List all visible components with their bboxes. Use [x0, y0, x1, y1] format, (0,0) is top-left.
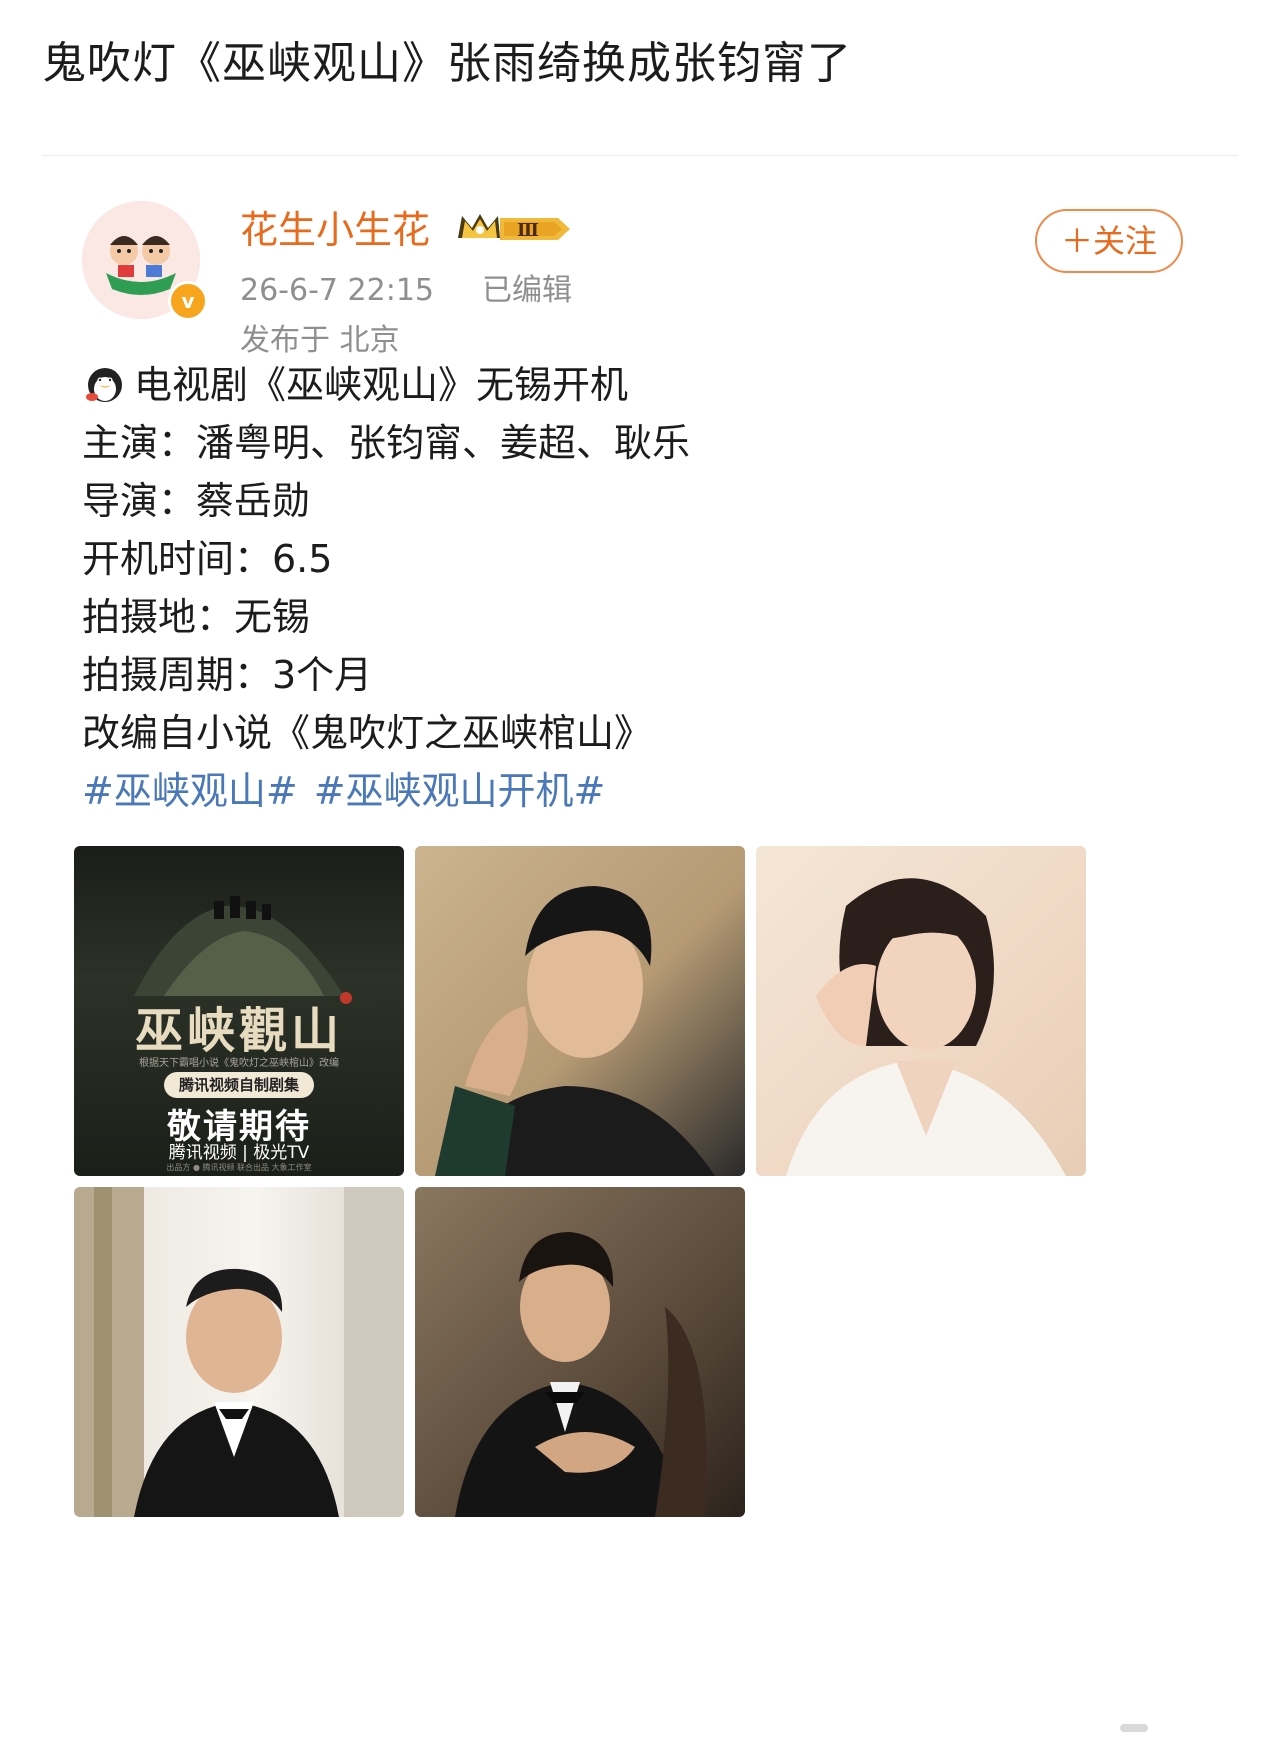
- post-line: 拍摄地：无锡: [82, 595, 311, 639]
- post-line: 改编自小说《鬼吹灯之巫峡棺山》: [82, 711, 653, 755]
- post-line-text: 电视剧《巫峡观山》无锡开机: [134, 363, 629, 407]
- scroll-indicator: [1120, 1724, 1148, 1732]
- hashtag-link[interactable]: #巫峡观山开机#: [314, 769, 606, 813]
- hashtag-link[interactable]: #巫峡观山#: [82, 769, 298, 813]
- post-line: 主演：潘粤明、张钧甯、姜超、耿乐: [82, 421, 691, 465]
- image-poster[interactable]: 巫峡觀山 根据天下霸唱小说《鬼吹灯之巫峡棺山》改编 腾讯视频自制剧集 敬请期待 …: [74, 846, 404, 1176]
- post-line: 导演：蔡岳勋: [82, 479, 311, 523]
- page-title: 鬼吹灯《巫峡观山》张雨绮换成张钧甯了: [42, 38, 852, 89]
- author-name[interactable]: 花生小生花: [240, 206, 430, 254]
- poster-logos: 腾讯视频 | 极光TV: [168, 1143, 310, 1163]
- post-line: 开机时间：6.5: [82, 537, 333, 581]
- edited-label: 已编辑: [482, 273, 572, 308]
- post-line: 拍摄周期：3个月: [82, 653, 373, 697]
- poster-pill: 腾讯视频自制剧集: [164, 1072, 314, 1098]
- post-timestamp: 26-6-7 22:15: [240, 273, 434, 308]
- image-actress-portrait[interactable]: [756, 846, 1086, 1176]
- image-actor-portrait[interactable]: [415, 846, 745, 1176]
- poster-subtitle: 根据天下霸唱小说《鬼吹灯之巫峡棺山》改编: [139, 1058, 339, 1069]
- hashtag-line: #巫峡观山# #巫峡观山开机#: [82, 762, 1182, 820]
- vip-crown-icon: Ⅲ: [458, 214, 570, 241]
- weibo-post-card: v 花生小生花 Ⅲ 26-6-7 22:15 已编辑 发布于 北京 ＋关注 电视…: [42, 155, 1238, 1701]
- follow-button[interactable]: ＋关注: [1035, 209, 1183, 273]
- image-actor-tuxedo[interactable]: [74, 1187, 404, 1517]
- post-line: 电视剧《巫峡观山》无锡开机: [82, 356, 1182, 414]
- poster-footer: 出品方 ● 腾讯视频 联合出品 大象工作室: [166, 1163, 312, 1172]
- verified-badge-icon: v: [168, 281, 208, 321]
- post-location: 发布于 北京: [240, 323, 400, 358]
- vip-level-text: Ⅲ: [517, 220, 539, 241]
- penguin-icon: [86, 368, 122, 402]
- post-body: 电视剧《巫峡观山》无锡开机 主演：潘粤明、张钧甯、姜超、耿乐 导演：蔡岳勋 开机…: [82, 356, 1182, 820]
- image-actor-dark[interactable]: [415, 1187, 745, 1517]
- poster-title: 巫峡觀山: [134, 1003, 343, 1059]
